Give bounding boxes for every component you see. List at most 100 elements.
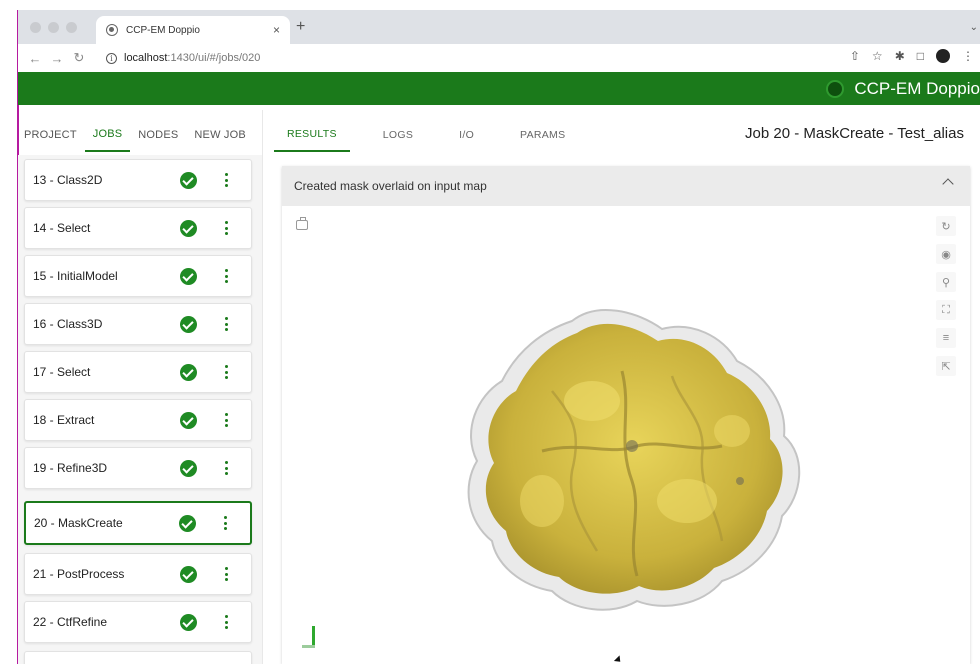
brand[interactable]: CCP-EM Doppio xyxy=(826,72,980,105)
minimize-window-dot[interactable] xyxy=(48,22,59,33)
density-map-render xyxy=(467,309,801,611)
job-item[interactable]: 19 - Refine3D xyxy=(24,447,252,489)
site-info-icon[interactable]: i xyxy=(106,52,117,64)
pointer-icon[interactable]: ⇱ xyxy=(936,356,956,376)
center-icon[interactable]: ◉ xyxy=(936,244,956,264)
share-icon[interactable]: ⇧ xyxy=(850,49,860,63)
more-vert-icon[interactable] xyxy=(219,364,233,380)
url-host: localhost xyxy=(124,52,168,64)
back-arrow-icon[interactable]: ← xyxy=(24,51,46,66)
success-check-icon xyxy=(180,411,197,429)
tab-close-icon[interactable]: × xyxy=(273,23,280,37)
success-check-icon xyxy=(180,613,197,631)
success-check-icon xyxy=(180,459,197,477)
favicon-icon xyxy=(106,24,118,36)
reload-icon[interactable]: ↻ xyxy=(68,50,90,66)
brand-name: CCP-EM Doppio xyxy=(854,78,980,98)
success-check-icon xyxy=(180,315,197,333)
job-item[interactable]: 16 - Class3D xyxy=(24,303,252,345)
maximize-window-dot[interactable] xyxy=(66,22,77,33)
tab-search-chevron-icon[interactable]: ⌄ xyxy=(970,22,978,33)
more-vert-icon[interactable] xyxy=(219,460,233,476)
url-path: :1430/ui/#/jobs/020 xyxy=(167,52,261,64)
job-list[interactable]: 13 - Class2D 14 - Select 15 - InitialMod… xyxy=(18,155,262,664)
browser-toolbar: ← → ↻ i localhost:1430/ui/#/jobs/020 ⇧ ☆… xyxy=(18,44,980,72)
job-title: Job 20 - MaskCreate - Test_alias xyxy=(745,125,964,142)
browser-tab-bar: CCP-EM Doppio × + ⌄ xyxy=(18,10,980,44)
tab-logs[interactable]: LOGS xyxy=(370,118,426,152)
job-detail-tabs: RESULTS LOGS I/O PARAMS xyxy=(274,118,598,152)
axes-indicator-icon xyxy=(302,626,318,648)
success-check-icon xyxy=(180,267,197,285)
sidepanel-icon[interactable]: □ xyxy=(917,49,924,63)
profile-avatar[interactable] xyxy=(936,49,950,63)
tab-params[interactable]: PARAMS xyxy=(507,118,578,152)
job-label: 22 - CtfRefine xyxy=(33,615,108,629)
chevron-up-icon[interactable] xyxy=(942,178,954,190)
fullscreen-icon[interactable]: ⛶ xyxy=(936,300,956,320)
tab-io[interactable]: I/O xyxy=(446,118,487,152)
job-label: 20 - MaskCreate xyxy=(34,516,123,530)
window-edge xyxy=(0,0,19,664)
success-check-icon xyxy=(180,219,197,237)
job-label: 19 - Refine3D xyxy=(33,461,108,475)
brand-logo-icon xyxy=(826,79,845,98)
more-vert-icon[interactable] xyxy=(219,316,233,332)
bookmark-star-icon[interactable]: ☆ xyxy=(872,49,883,63)
job-item[interactable]: 13 - Class2D xyxy=(24,159,252,201)
job-item[interactable]: 21 - PostProcess xyxy=(24,553,252,595)
browser-tab-title: CCP-EM Doppio xyxy=(126,24,200,36)
rotate-icon[interactable]: ↻ xyxy=(936,216,956,236)
zoom-icon[interactable]: ⚲ xyxy=(936,272,956,292)
address-bar[interactable]: i localhost:1430/ui/#/jobs/020 xyxy=(106,48,846,68)
settings-icon[interactable]: ≡ xyxy=(936,328,956,348)
more-vert-icon[interactable] xyxy=(218,515,232,531)
job-item-partial[interactable] xyxy=(24,651,252,664)
panel-header[interactable]: Created mask overlaid on input map xyxy=(282,166,970,206)
more-vert-icon[interactable] xyxy=(219,412,233,428)
job-label: 18 - Extract xyxy=(33,413,95,427)
panel-title: Created mask overlaid on input map xyxy=(294,179,487,193)
job-label: 15 - InitialModel xyxy=(33,269,118,283)
browser-tab[interactable]: CCP-EM Doppio × xyxy=(96,16,290,44)
success-check-icon xyxy=(180,565,197,583)
more-vert-icon[interactable] xyxy=(219,172,233,188)
job-item[interactable]: 18 - Extract xyxy=(24,399,252,441)
job-label: 13 - Class2D xyxy=(33,173,103,187)
tab-new-job[interactable]: NEW JOB xyxy=(186,118,254,152)
job-item-selected[interactable]: 20 - MaskCreate xyxy=(24,501,252,545)
success-check-icon xyxy=(179,514,196,532)
window-controls xyxy=(30,22,77,33)
browser-chrome: CCP-EM Doppio × + ⌄ ← → ↻ i localhost:14… xyxy=(18,10,980,72)
job-label: 14 - Select xyxy=(33,221,91,235)
panel-divider xyxy=(262,110,263,664)
job-item[interactable]: 15 - InitialModel xyxy=(24,255,252,297)
browser-menu-icon[interactable]: ⋮ xyxy=(962,49,974,63)
tab-results[interactable]: RESULTS xyxy=(274,118,350,152)
job-label: 16 - Class3D xyxy=(33,317,103,331)
close-window-dot[interactable] xyxy=(30,22,41,33)
job-item[interactable]: 17 - Select xyxy=(24,351,252,393)
job-item[interactable]: 22 - CtfRefine xyxy=(24,601,252,643)
results-panel: Created mask overlaid on input map ↻ ◉ ⚲… xyxy=(282,166,970,664)
viewer-toolbar: ↻ ◉ ⚲ ⛶ ≡ ⇱ xyxy=(936,216,956,376)
molecule-viewer[interactable]: ↻ ◉ ⚲ ⛶ ≡ ⇱ xyxy=(282,206,970,664)
tab-jobs[interactable]: JOBS xyxy=(84,118,131,152)
extensions-puzzle-icon[interactable]: ✱ xyxy=(895,49,905,63)
browser-actions: ⇧ ☆ ✱ □ ⋮ xyxy=(850,49,974,63)
success-check-icon xyxy=(180,171,197,189)
more-vert-icon[interactable] xyxy=(219,614,233,630)
success-check-icon xyxy=(180,363,197,381)
forward-arrow-icon[interactable]: → xyxy=(46,51,68,66)
more-vert-icon[interactable] xyxy=(219,268,233,284)
app-header: CCP-EM Doppio xyxy=(18,72,980,105)
job-label: 17 - Select xyxy=(33,365,91,379)
tab-nodes[interactable]: NODES xyxy=(130,118,186,152)
more-vert-icon[interactable] xyxy=(219,566,233,582)
screenshot-icon[interactable] xyxy=(296,217,308,230)
job-item[interactable]: 14 - Select xyxy=(24,207,252,249)
more-vert-icon[interactable] xyxy=(219,220,233,236)
job-label: 21 - PostProcess xyxy=(33,567,125,581)
new-tab-button[interactable]: + xyxy=(296,18,305,36)
tab-project[interactable]: PROJECT xyxy=(18,118,85,152)
